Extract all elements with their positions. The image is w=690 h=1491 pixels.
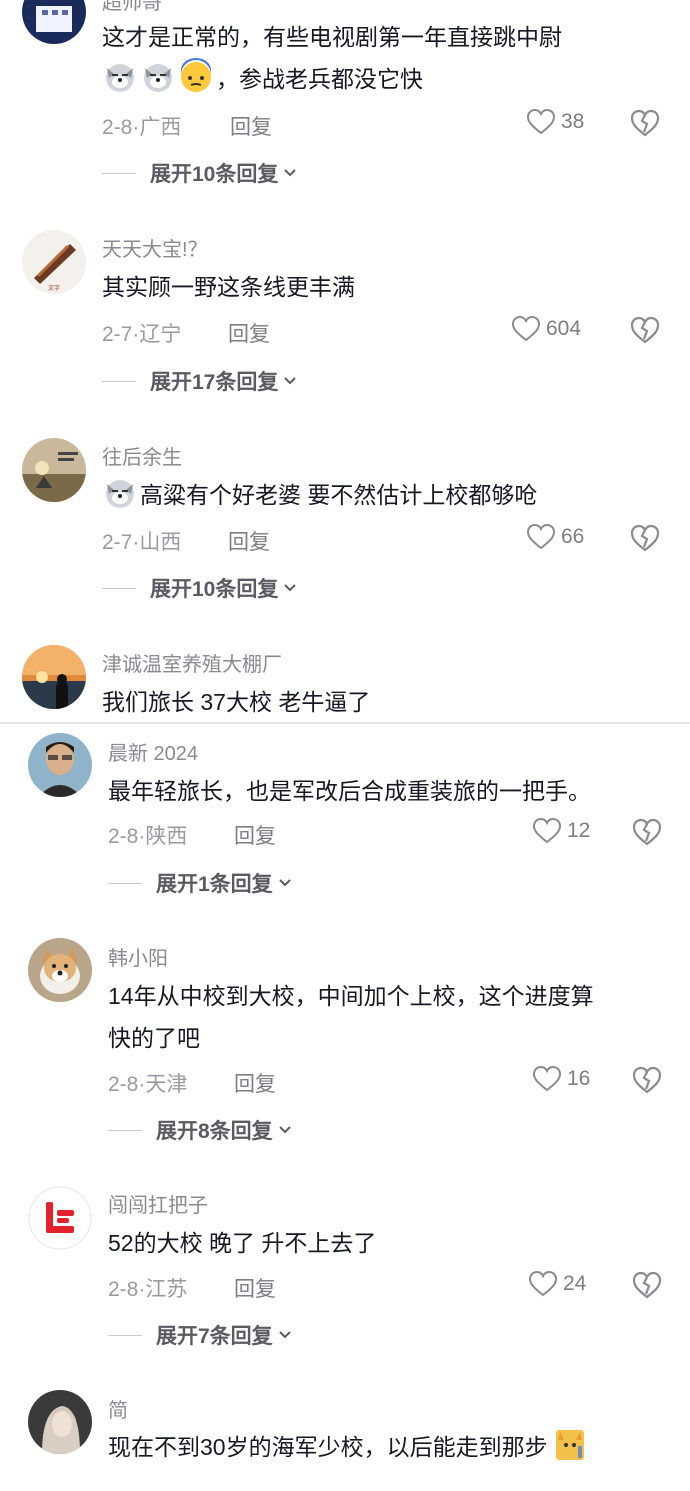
- avatar[interactable]: [28, 733, 92, 797]
- heart-outline-icon: [528, 1270, 558, 1297]
- like-button[interactable]: 38: [526, 108, 584, 136]
- divider-line: [102, 380, 136, 382]
- like-count: 24: [563, 1272, 587, 1295]
- username[interactable]: 往后余生: [102, 441, 182, 470]
- comment-meta: 2-8·广西: [102, 116, 182, 139]
- expand-replies-button[interactable]: 展开1条回复: [108, 868, 292, 898]
- divider-line: [102, 587, 136, 589]
- comment-text: 其实顾一野这条线更丰满: [102, 274, 355, 300]
- wolf-emoji-icon: [102, 474, 138, 510]
- divider-line: [108, 1129, 142, 1131]
- wolf-emoji-icon: [102, 58, 138, 94]
- comment-text: 我们旅长 37大校 老牛逼了: [102, 689, 371, 715]
- broken-heart-icon[interactable]: [632, 817, 662, 847]
- like-count: 604: [546, 317, 582, 340]
- comment-meta: 2-8·陕西: [108, 825, 188, 848]
- avatar[interactable]: [22, 645, 86, 709]
- chevron-down-icon: [278, 879, 291, 887]
- broken-heart-icon[interactable]: [630, 523, 660, 553]
- broken-heart-icon[interactable]: [630, 108, 660, 138]
- chevron-down-icon: [284, 377, 297, 385]
- like-button[interactable]: 12: [532, 817, 590, 845]
- like-count: 66: [561, 525, 585, 548]
- cat-sticker-emoji-icon: [552, 1426, 588, 1462]
- comment-text: 52的大校 晚了 升不上去了: [108, 1230, 377, 1256]
- heart-outline-icon: [526, 108, 556, 135]
- comment-meta: 2-7·辽宁: [102, 323, 182, 346]
- divider-line: [102, 172, 136, 174]
- expand-replies-button[interactable]: 展开10条回复: [102, 158, 297, 188]
- chevron-down-icon: [278, 1331, 291, 1339]
- wolf-emoji-icon: [140, 58, 176, 94]
- divider-line: [108, 882, 142, 884]
- reply-button[interactable]: 回复: [234, 1273, 276, 1303]
- username[interactable]: 超帅哥: [102, 0, 162, 15]
- comment-text: 14年从中校到大校，中间加个上校，这个进度算: [108, 983, 594, 1009]
- comment-text: 现在不到30岁的海军少校，以后能走到那步: [108, 1426, 590, 1469]
- like-button[interactable]: 24: [528, 1270, 586, 1298]
- expand-replies-button[interactable]: 展开7条回复: [108, 1320, 292, 1350]
- chevron-down-icon: [284, 584, 297, 592]
- heart-outline-icon: [526, 523, 556, 550]
- avatar[interactable]: [22, 438, 86, 502]
- expand-replies-button[interactable]: 展开8条回复: [108, 1115, 292, 1145]
- avatar[interactable]: [22, 0, 86, 44]
- like-button[interactable]: 604: [511, 315, 581, 343]
- broken-heart-icon[interactable]: [632, 1270, 662, 1300]
- expand-replies-button[interactable]: 展开10条回复: [102, 573, 297, 603]
- heart-outline-icon: [532, 1065, 562, 1092]
- avatar[interactable]: [28, 1390, 92, 1454]
- comment-text: 高粱有个好老婆 要不然估计上校都够呛: [102, 474, 537, 517]
- chevron-down-icon: [284, 169, 297, 177]
- comment-meta: 2-8·天津: [108, 1073, 188, 1096]
- heart-outline-icon: [511, 315, 541, 342]
- svg-text:文字: 文字: [48, 284, 60, 292]
- divider-line: [108, 1334, 142, 1336]
- avatar[interactable]: [28, 938, 92, 1002]
- reply-button[interactable]: 回复: [228, 526, 270, 556]
- like-button[interactable]: 16: [532, 1065, 590, 1093]
- chevron-down-icon: [278, 1126, 291, 1134]
- comment-text: 最年轻旅长，也是军改后合成重装旅的一把手。: [108, 778, 591, 804]
- like-count: 38: [561, 110, 585, 133]
- comment-meta: 2-7·山西: [102, 531, 182, 554]
- comment-meta: 2-8·江苏: [108, 1278, 188, 1301]
- screenshot-seam-divider: [0, 722, 690, 724]
- reply-button[interactable]: 回复: [234, 820, 276, 850]
- like-count: 16: [567, 1067, 591, 1090]
- comment-text: 这才是正常的，有些电视剧第一年直接跳中尉: [102, 24, 562, 50]
- comment-text-line2: ，参战老兵都没它快: [102, 58, 423, 101]
- sweat-face-emoji-icon: [178, 58, 214, 94]
- broken-heart-icon[interactable]: [630, 315, 660, 345]
- username[interactable]: 津诚温室养殖大棚厂: [102, 648, 282, 677]
- avatar[interactable]: [28, 1186, 92, 1250]
- heart-outline-icon: [532, 817, 562, 844]
- reply-button[interactable]: 回复: [228, 318, 270, 348]
- username[interactable]: 韩小阳: [108, 942, 168, 971]
- username[interactable]: 简: [108, 1394, 128, 1423]
- reply-button[interactable]: 回复: [234, 1068, 276, 1098]
- comment-text-line2: 快的了吧: [108, 1025, 200, 1051]
- reply-button[interactable]: 回复: [230, 111, 272, 141]
- username[interactable]: 晨新 2024: [108, 737, 198, 766]
- like-count: 12: [567, 819, 591, 842]
- username[interactable]: 闯闯扛把子: [108, 1189, 208, 1218]
- like-button[interactable]: 66: [526, 523, 584, 551]
- username[interactable]: 天天大宝!？: [102, 233, 208, 262]
- expand-replies-button[interactable]: 展开17条回复: [102, 366, 297, 396]
- avatar[interactable]: 文字: [22, 230, 86, 294]
- broken-heart-icon[interactable]: [632, 1065, 662, 1095]
